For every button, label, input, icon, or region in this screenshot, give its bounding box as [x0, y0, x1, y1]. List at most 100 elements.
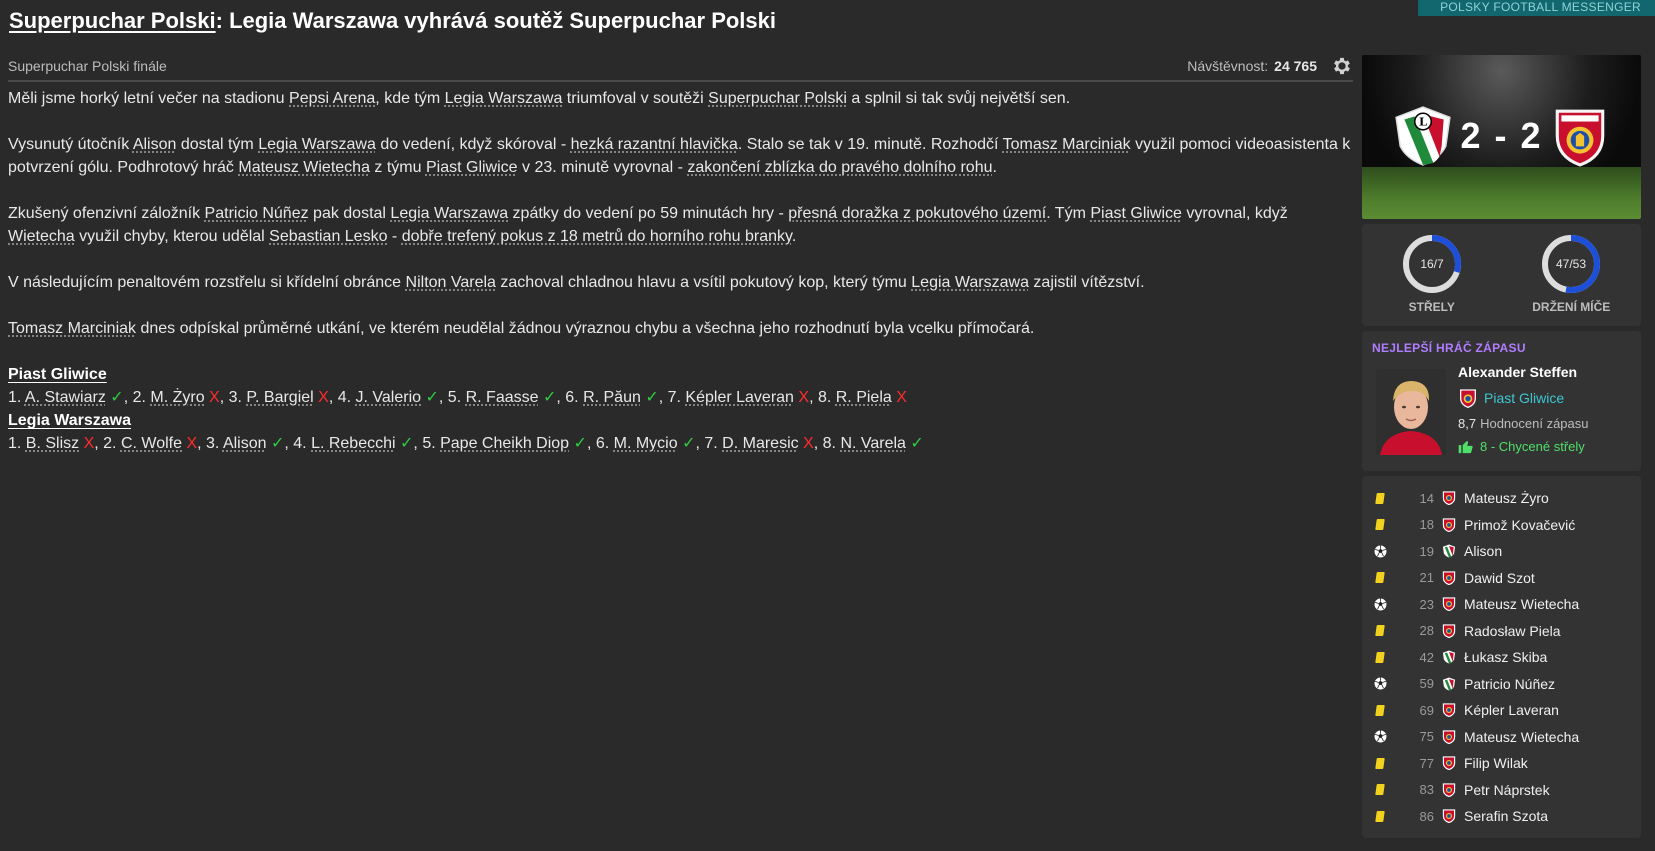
article-link[interactable]: Piast Gliwice: [426, 159, 518, 176]
article-paragraph: Vysunutý útočník Alison dostal tým Legia…: [8, 133, 1353, 179]
kick-missed-icon: X: [182, 435, 198, 452]
yellow-card-icon: [1362, 784, 1398, 796]
yellow-card-icon: [1362, 810, 1398, 822]
kick-player[interactable]: D. Maresic: [722, 435, 798, 452]
event-row: 18 Primož Kovačević: [1362, 512, 1641, 539]
event-player[interactable]: Mateusz Wietecha: [1464, 596, 1579, 612]
kick-missed-icon: X: [313, 389, 329, 406]
kick-player[interactable]: Pape Cheikh Diop: [440, 435, 569, 452]
event-player[interactable]: Radosław Piela: [1464, 623, 1561, 639]
motm-rating-label: Hodnocení zápasu: [1480, 416, 1589, 431]
kick-number: , 2.: [123, 389, 151, 406]
event-player[interactable]: Alison: [1464, 543, 1502, 559]
kick-player[interactable]: Képler Laveran: [685, 389, 794, 406]
kick-missed-icon: X: [793, 389, 810, 406]
event-player[interactable]: Mateusz Wietecha: [1464, 729, 1579, 745]
event-minute: 21: [1419, 570, 1434, 586]
article-link[interactable]: Pepsi Arena: [289, 90, 375, 107]
kick-player[interactable]: M. Mycio: [614, 435, 678, 452]
shootout-team-name[interactable]: Legia Warszawa: [8, 409, 1353, 432]
motm-club-name[interactable]: Piast Gliwice: [1484, 390, 1564, 406]
kick-player[interactable]: M. Żyro: [150, 389, 204, 406]
yellow-card-icon: [1362, 757, 1398, 769]
event-player[interactable]: Filip Wilak: [1464, 755, 1528, 771]
article-link[interactable]: Patricio Núñez: [205, 205, 309, 222]
kick-missed-icon: X: [204, 389, 220, 406]
article-link[interactable]: Legia Warszawa: [390, 205, 508, 222]
yellow-card-icon: [1362, 492, 1398, 504]
kick-player[interactable]: N. Varela: [840, 435, 906, 452]
article-link[interactable]: zakončení zblízka do pravého dolního roh…: [687, 159, 992, 176]
kick-missed-icon: X: [79, 435, 95, 452]
yellow-card-icon: [1362, 572, 1398, 584]
player-photo[interactable]: [1376, 369, 1446, 455]
shootout-kicks: 1. B. Slisz X, 2. C. Wolfe X, 3. Alison …: [8, 432, 1353, 455]
article-column: Superpuchar Polski finále Návštěvnost: 2…: [8, 52, 1353, 455]
legia-crest-icon: [1434, 544, 1464, 558]
event-player[interactable]: Dawid Szot: [1464, 570, 1535, 586]
article-link[interactable]: dobře trefený pokus z 18 metrů do horníh…: [402, 228, 792, 245]
kick-player[interactable]: Alison: [223, 435, 267, 452]
event-player[interactable]: Łukasz Skiba: [1464, 649, 1547, 665]
article-link[interactable]: Legia Warszawa: [258, 136, 376, 153]
stats-panel: 16/7 STŘELY 47/53 DRŽENÍ MÍČE: [1362, 224, 1641, 326]
kick-player[interactable]: R. Faasse: [466, 389, 539, 406]
article-text: pak dostal: [308, 205, 391, 222]
event-player[interactable]: Primož Kovačević: [1464, 517, 1575, 533]
kick-player[interactable]: L. Rebecchi: [311, 435, 396, 452]
stat-ring: 16/7: [1402, 235, 1461, 293]
kick-player[interactable]: B. Slisz: [26, 435, 79, 452]
competition-link[interactable]: Superpuchar Polski: [9, 8, 216, 33]
event-player[interactable]: Petr Náprstek: [1464, 782, 1550, 798]
article-link[interactable]: přesná doražka z pokutového území: [788, 205, 1046, 222]
event-minute: 77: [1419, 755, 1434, 771]
kick-number: , 7.: [695, 435, 723, 452]
motm-player-name[interactable]: Alexander Steffen: [1458, 364, 1589, 380]
stage-label: Superpuchar Polski finále: [8, 58, 167, 74]
article-paragraph: V následujícím penaltovém rozstřelu si k…: [8, 271, 1353, 294]
kick-player[interactable]: R. Piela: [836, 389, 892, 406]
article-link[interactable]: Legia Warszawa: [445, 90, 563, 107]
motm-club[interactable]: Piast Gliwice: [1458, 388, 1589, 408]
event-player[interactable]: Mateusz Żyro: [1464, 490, 1549, 506]
article-link[interactable]: Nilton Varela: [406, 274, 496, 291]
article-link[interactable]: Wietecha: [8, 228, 75, 245]
article-link[interactable]: Alison: [133, 136, 177, 153]
kick-player[interactable]: C. Wolfe: [121, 435, 182, 452]
piast-crest-icon[interactable]: [1549, 105, 1611, 167]
stat-value: 16/7: [1420, 257, 1444, 271]
goal-ball-icon: [1362, 545, 1398, 558]
kick-player[interactable]: J. Valerio: [356, 389, 422, 406]
stat-gauge: 47/53 DRŽENÍ MÍČE: [1511, 232, 1631, 326]
article-link[interactable]: Sebastian Lesko: [269, 228, 387, 245]
article-link[interactable]: Tomasz Marciniak: [1003, 136, 1131, 153]
stat-label: DRŽENÍ MÍČE: [1532, 300, 1611, 314]
article-link[interactable]: Tomasz Marciniak: [8, 320, 136, 337]
article-text: vyrovnal, když: [1181, 205, 1288, 222]
article-text: .: [791, 228, 797, 245]
article-text: V následujícím penaltovém rozstřelu si k…: [8, 274, 406, 291]
article-link[interactable]: Legia Warszawa: [911, 274, 1029, 291]
article-link[interactable]: hezká razantní hlavička: [571, 136, 738, 153]
kick-number: , 8.: [809, 389, 836, 406]
event-player[interactable]: Serafin Szota: [1464, 808, 1548, 824]
kick-scored-icon: ✓: [421, 389, 439, 406]
event-minute: 69: [1419, 702, 1434, 718]
kick-scored-icon: ✓: [677, 435, 696, 452]
article-link[interactable]: Mateusz Wietecha: [238, 159, 370, 176]
event-row: 28 Radosław Piela: [1362, 618, 1641, 645]
kick-player[interactable]: R. Păun: [583, 389, 641, 406]
stat-label: STŘELY: [1408, 300, 1455, 314]
kick-player[interactable]: A. Stawiarz: [25, 389, 106, 406]
event-minute: 14: [1419, 490, 1434, 506]
event-player[interactable]: Patricio Núñez: [1464, 676, 1555, 692]
event-row: 21 Dawid Szot: [1362, 565, 1641, 592]
event-player[interactable]: Képler Laveran: [1464, 702, 1559, 718]
article-link[interactable]: Piast Gliwice: [1090, 205, 1182, 222]
kick-player[interactable]: P. Bargiel: [246, 389, 313, 406]
shootout-team-name[interactable]: Piast Gliwice: [8, 363, 1353, 386]
article-paragraph: Zkušený ofenzivní záložník Patricio Núñe…: [8, 202, 1353, 248]
gear-icon[interactable]: [1331, 55, 1353, 77]
event-minute: 42: [1419, 649, 1434, 665]
article-link[interactable]: Superpuchar Polski: [708, 90, 847, 107]
